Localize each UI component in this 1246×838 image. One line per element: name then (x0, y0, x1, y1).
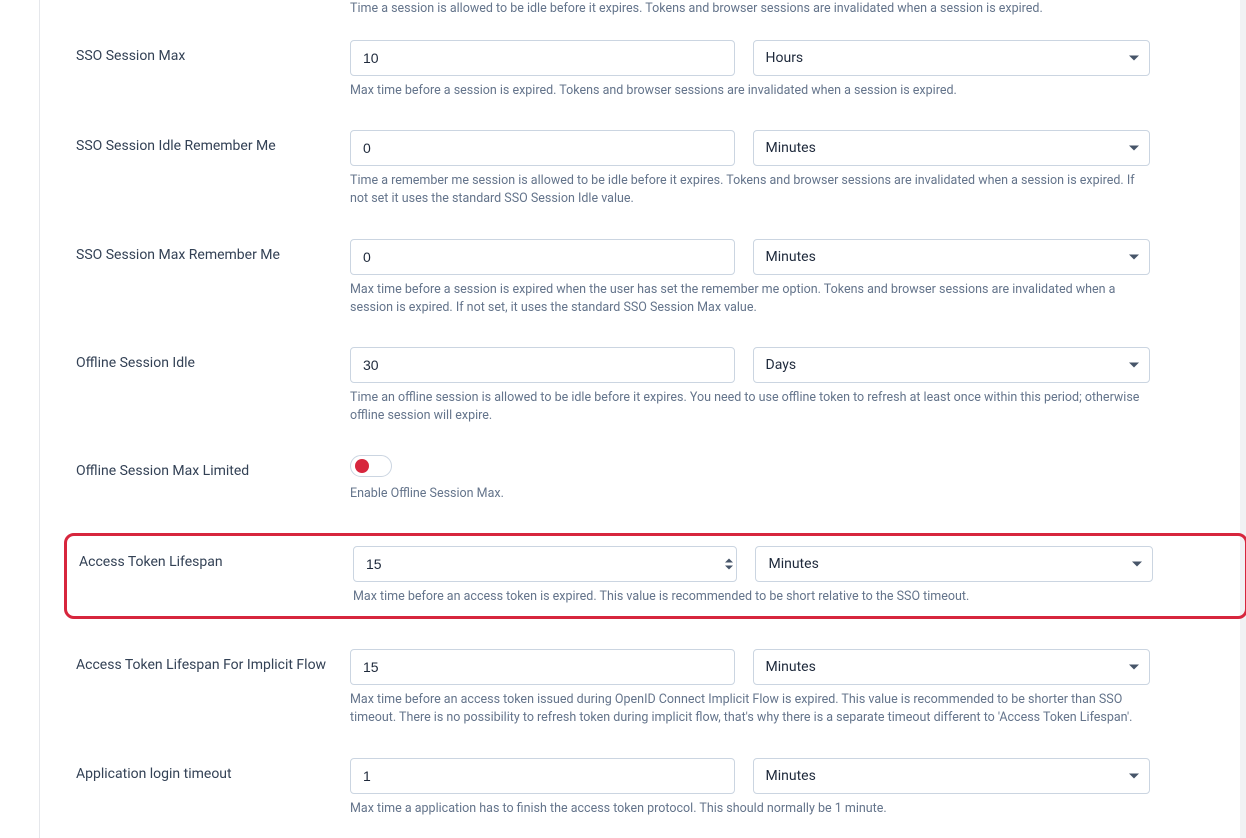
sso-session-idle-remember-me-input[interactable] (350, 130, 735, 166)
offline-session-idle-unit-select[interactable]: Days (753, 347, 1151, 383)
sso-session-max-help: Max time before a session is expired. To… (350, 82, 1150, 100)
sso-session-idle-remember-me-help: Time a remember me session is allowed to… (350, 172, 1150, 208)
access-token-lifespan-help: Max time before an access token is expir… (353, 588, 1153, 606)
application-login-timeout-input[interactable] (350, 758, 735, 794)
access-token-lifespan-implicit-label: Access Token Lifespan For Implicit Flow (76, 649, 350, 673)
sso-session-max-remember-me-help: Max time before a session is expired whe… (350, 281, 1150, 317)
application-login-timeout-label: Application login timeout (76, 758, 350, 782)
chevron-down-icon (1129, 773, 1139, 778)
access-token-lifespan-implicit-help: Max time before an access token issued d… (350, 691, 1150, 727)
sso-session-max-input[interactable] (350, 40, 735, 76)
sso-session-max-label: SSO Session Max (76, 40, 350, 64)
offline-session-max-limited-help: Enable Offline Session Max. (350, 485, 1150, 503)
access-token-lifespan-input[interactable] (353, 546, 737, 582)
sso-session-max-unit-select[interactable]: Hours (753, 40, 1151, 76)
chevron-down-icon (1129, 254, 1139, 259)
spinner-down-icon[interactable] (725, 566, 733, 570)
chevron-down-icon (1129, 362, 1139, 367)
offline-session-max-limited-label: Offline Session Max Limited (76, 455, 350, 479)
application-login-timeout-help: Max time a application has to finish the… (350, 800, 1150, 818)
select-value: Minutes (768, 556, 818, 572)
sso-session-idle-remember-me-unit-select[interactable]: Minutes (753, 130, 1151, 166)
offline-session-max-limited-toggle[interactable] (350, 455, 392, 477)
toggle-knob (355, 459, 369, 473)
application-login-timeout-unit-select[interactable]: Minutes (753, 758, 1151, 794)
select-value: Minutes (766, 659, 816, 675)
access-token-lifespan-implicit-unit-select[interactable]: Minutes (753, 649, 1151, 685)
sidebar-spacer (0, 0, 40, 838)
select-value: Days (766, 357, 797, 373)
sso-session-idle-remember-me-label: SSO Session Idle Remember Me (76, 130, 350, 154)
access-token-lifespan-implicit-input[interactable] (350, 649, 735, 685)
offline-session-idle-input[interactable] (350, 347, 735, 383)
sso-session-max-remember-me-unit-select[interactable]: Minutes (753, 239, 1151, 275)
chevron-down-icon (1129, 56, 1139, 61)
select-value: Minutes (766, 249, 816, 265)
access-token-lifespan-label: Access Token Lifespan (79, 546, 353, 570)
select-value: Minutes (766, 768, 816, 784)
spinner-up-icon[interactable] (725, 559, 733, 563)
offline-session-idle-help: Time an offline session is allowed to be… (350, 389, 1150, 425)
access-token-lifespan-highlight: Access Token Lifespan Minutes (64, 533, 1246, 619)
select-value: Hours (766, 50, 804, 66)
access-token-lifespan-unit-select[interactable]: Minutes (755, 546, 1153, 582)
select-value: Minutes (766, 140, 816, 156)
prev-field-help: Time a session is allowed to be idle bef… (76, 0, 1156, 40)
chevron-down-icon (1129, 146, 1139, 151)
sso-session-max-remember-me-label: SSO Session Max Remember Me (76, 239, 350, 263)
offline-session-idle-label: Offline Session Idle (76, 347, 350, 371)
chevron-down-icon (1129, 665, 1139, 670)
chevron-down-icon (1132, 562, 1142, 567)
sso-session-max-remember-me-input[interactable] (350, 239, 735, 275)
